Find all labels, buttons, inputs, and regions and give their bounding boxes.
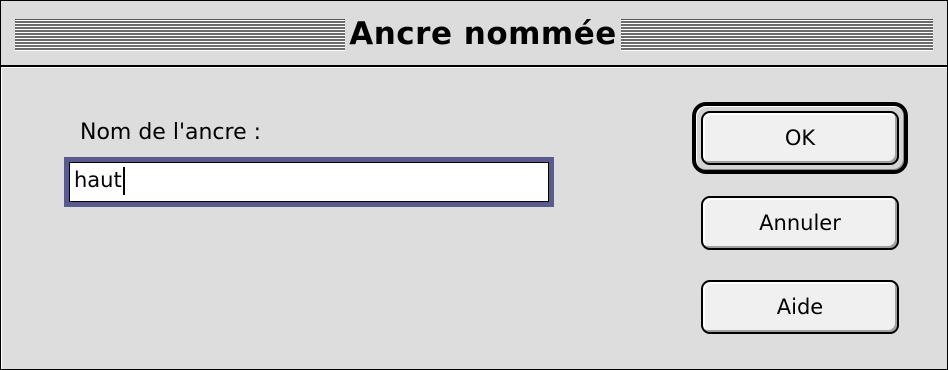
help-button[interactable]: Aide bbox=[701, 280, 899, 334]
anchor-name-input[interactable]: haut bbox=[69, 162, 549, 202]
dialog-content: Nom de l'ancre : haut OK Annuler Aide bbox=[1, 67, 947, 369]
anchor-name-label: Nom de l'ancre : bbox=[80, 120, 262, 145]
anchor-name-field[interactable]: haut bbox=[64, 157, 554, 207]
text-caret bbox=[122, 167, 125, 195]
dialog-title: Ancre nommée bbox=[349, 16, 617, 52]
dialog-window: Ancre nommée Nom de l'ancre : haut OK An… bbox=[0, 0, 948, 370]
anchor-name-value: haut bbox=[74, 168, 122, 192]
title-bar-stripes-left bbox=[15, 19, 345, 51]
title-bar[interactable]: Ancre nommée bbox=[1, 1, 947, 67]
ok-button[interactable]: OK bbox=[701, 111, 899, 165]
cancel-button[interactable]: Annuler bbox=[701, 196, 899, 250]
title-bar-stripes-right bbox=[621, 19, 933, 51]
